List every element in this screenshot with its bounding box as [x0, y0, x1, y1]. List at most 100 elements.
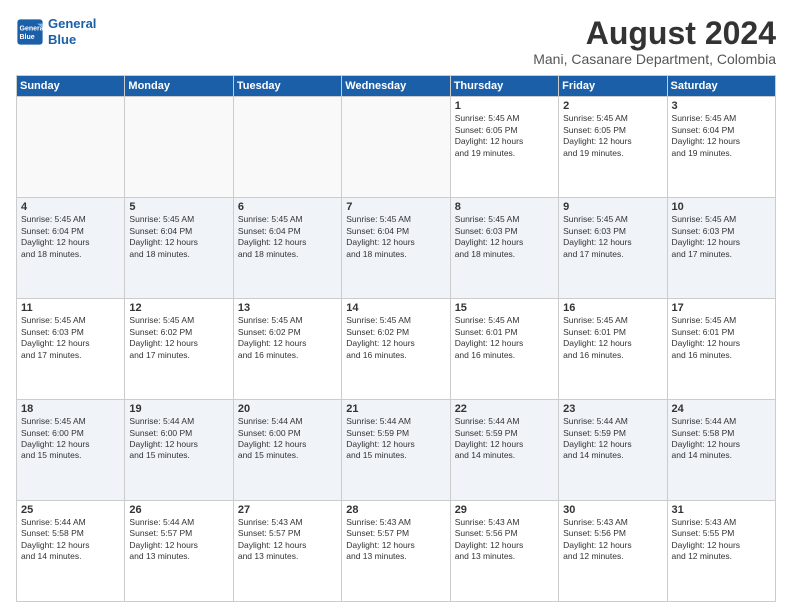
weekday-header: SundayMondayTuesdayWednesdayThursdayFrid… [17, 76, 776, 97]
day-number: 7 [346, 201, 445, 213]
calendar-cell [125, 97, 233, 198]
day-info: Sunrise: 5:43 AM Sunset: 5:57 PM Dayligh… [238, 517, 337, 563]
calendar-cell: 23Sunrise: 5:44 AM Sunset: 5:59 PM Dayli… [559, 400, 667, 501]
day-number: 5 [129, 201, 228, 213]
day-info: Sunrise: 5:44 AM Sunset: 5:59 PM Dayligh… [455, 416, 554, 462]
calendar-cell: 24Sunrise: 5:44 AM Sunset: 5:58 PM Dayli… [667, 400, 775, 501]
day-info: Sunrise: 5:45 AM Sunset: 6:04 PM Dayligh… [238, 214, 337, 260]
calendar-cell: 13Sunrise: 5:45 AM Sunset: 6:02 PM Dayli… [233, 299, 341, 400]
day-number: 27 [238, 504, 337, 516]
day-number: 15 [455, 302, 554, 314]
day-info: Sunrise: 5:45 AM Sunset: 6:02 PM Dayligh… [346, 315, 445, 361]
calendar-week-4: 18Sunrise: 5:45 AM Sunset: 6:00 PM Dayli… [17, 400, 776, 501]
day-number: 18 [21, 403, 120, 415]
calendar-cell: 28Sunrise: 5:43 AM Sunset: 5:57 PM Dayli… [342, 501, 450, 602]
day-number: 24 [672, 403, 771, 415]
calendar-cell: 15Sunrise: 5:45 AM Sunset: 6:01 PM Dayli… [450, 299, 558, 400]
day-info: Sunrise: 5:43 AM Sunset: 5:57 PM Dayligh… [346, 517, 445, 563]
day-info: Sunrise: 5:45 AM Sunset: 6:03 PM Dayligh… [455, 214, 554, 260]
day-info: Sunrise: 5:44 AM Sunset: 6:00 PM Dayligh… [238, 416, 337, 462]
day-info: Sunrise: 5:44 AM Sunset: 6:00 PM Dayligh… [129, 416, 228, 462]
day-number: 14 [346, 302, 445, 314]
day-info: Sunrise: 5:43 AM Sunset: 5:56 PM Dayligh… [455, 517, 554, 563]
weekday-header-thursday: Thursday [450, 76, 558, 97]
day-number: 28 [346, 504, 445, 516]
day-info: Sunrise: 5:45 AM Sunset: 6:04 PM Dayligh… [21, 214, 120, 260]
calendar-cell: 18Sunrise: 5:45 AM Sunset: 6:00 PM Dayli… [17, 400, 125, 501]
day-info: Sunrise: 5:45 AM Sunset: 6:01 PM Dayligh… [455, 315, 554, 361]
day-info: Sunrise: 5:44 AM Sunset: 5:59 PM Dayligh… [563, 416, 662, 462]
day-info: Sunrise: 5:44 AM Sunset: 5:58 PM Dayligh… [21, 517, 120, 563]
day-number: 26 [129, 504, 228, 516]
calendar-cell: 1Sunrise: 5:45 AM Sunset: 6:05 PM Daylig… [450, 97, 558, 198]
weekday-header-sunday: Sunday [17, 76, 125, 97]
calendar-cell: 30Sunrise: 5:43 AM Sunset: 5:56 PM Dayli… [559, 501, 667, 602]
weekday-header-friday: Friday [559, 76, 667, 97]
day-number: 21 [346, 403, 445, 415]
logo: General Blue General Blue [16, 16, 96, 47]
calendar-cell: 20Sunrise: 5:44 AM Sunset: 6:00 PM Dayli… [233, 400, 341, 501]
calendar-cell: 9Sunrise: 5:45 AM Sunset: 6:03 PM Daylig… [559, 198, 667, 299]
title-block: August 2024 Mani, Casanare Department, C… [533, 16, 776, 67]
calendar-cell [17, 97, 125, 198]
day-info: Sunrise: 5:43 AM Sunset: 5:56 PM Dayligh… [563, 517, 662, 563]
calendar-cell: 14Sunrise: 5:45 AM Sunset: 6:02 PM Dayli… [342, 299, 450, 400]
day-number: 3 [672, 100, 771, 112]
day-number: 9 [563, 201, 662, 213]
subtitle: Mani, Casanare Department, Colombia [533, 51, 776, 67]
day-info: Sunrise: 5:45 AM Sunset: 6:03 PM Dayligh… [672, 214, 771, 260]
day-number: 30 [563, 504, 662, 516]
calendar-cell: 2Sunrise: 5:45 AM Sunset: 6:05 PM Daylig… [559, 97, 667, 198]
day-number: 13 [238, 302, 337, 314]
day-number: 4 [21, 201, 120, 213]
day-info: Sunrise: 5:45 AM Sunset: 6:05 PM Dayligh… [563, 113, 662, 159]
calendar-cell: 29Sunrise: 5:43 AM Sunset: 5:56 PM Dayli… [450, 501, 558, 602]
day-info: Sunrise: 5:45 AM Sunset: 6:03 PM Dayligh… [563, 214, 662, 260]
svg-text:Blue: Blue [20, 34, 35, 41]
day-info: Sunrise: 5:45 AM Sunset: 6:03 PM Dayligh… [21, 315, 120, 361]
weekday-header-monday: Monday [125, 76, 233, 97]
day-info: Sunrise: 5:45 AM Sunset: 6:00 PM Dayligh… [21, 416, 120, 462]
day-number: 8 [455, 201, 554, 213]
calendar-week-3: 11Sunrise: 5:45 AM Sunset: 6:03 PM Dayli… [17, 299, 776, 400]
calendar-cell: 7Sunrise: 5:45 AM Sunset: 6:04 PM Daylig… [342, 198, 450, 299]
calendar-cell: 12Sunrise: 5:45 AM Sunset: 6:02 PM Dayli… [125, 299, 233, 400]
day-info: Sunrise: 5:44 AM Sunset: 5:57 PM Dayligh… [129, 517, 228, 563]
logo-text: General Blue [48, 16, 96, 47]
day-info: Sunrise: 5:44 AM Sunset: 5:59 PM Dayligh… [346, 416, 445, 462]
calendar-cell: 21Sunrise: 5:44 AM Sunset: 5:59 PM Dayli… [342, 400, 450, 501]
day-number: 16 [563, 302, 662, 314]
day-number: 23 [563, 403, 662, 415]
day-number: 22 [455, 403, 554, 415]
day-number: 11 [21, 302, 120, 314]
calendar-week-1: 1Sunrise: 5:45 AM Sunset: 6:05 PM Daylig… [17, 97, 776, 198]
calendar-cell: 31Sunrise: 5:43 AM Sunset: 5:55 PM Dayli… [667, 501, 775, 602]
calendar-cell: 3Sunrise: 5:45 AM Sunset: 6:04 PM Daylig… [667, 97, 775, 198]
calendar-cell: 22Sunrise: 5:44 AM Sunset: 5:59 PM Dayli… [450, 400, 558, 501]
day-info: Sunrise: 5:45 AM Sunset: 6:01 PM Dayligh… [563, 315, 662, 361]
day-info: Sunrise: 5:45 AM Sunset: 6:02 PM Dayligh… [129, 315, 228, 361]
calendar-cell: 10Sunrise: 5:45 AM Sunset: 6:03 PM Dayli… [667, 198, 775, 299]
calendar-cell: 25Sunrise: 5:44 AM Sunset: 5:58 PM Dayli… [17, 501, 125, 602]
calendar-cell: 26Sunrise: 5:44 AM Sunset: 5:57 PM Dayli… [125, 501, 233, 602]
day-number: 12 [129, 302, 228, 314]
day-number: 6 [238, 201, 337, 213]
header: General Blue General Blue August 2024 Ma… [16, 16, 776, 67]
calendar-cell: 6Sunrise: 5:45 AM Sunset: 6:04 PM Daylig… [233, 198, 341, 299]
day-info: Sunrise: 5:45 AM Sunset: 6:05 PM Dayligh… [455, 113, 554, 159]
day-number: 17 [672, 302, 771, 314]
calendar-cell: 11Sunrise: 5:45 AM Sunset: 6:03 PM Dayli… [17, 299, 125, 400]
calendar-body: 1Sunrise: 5:45 AM Sunset: 6:05 PM Daylig… [17, 97, 776, 602]
day-info: Sunrise: 5:45 AM Sunset: 6:04 PM Dayligh… [346, 214, 445, 260]
day-info: Sunrise: 5:45 AM Sunset: 6:04 PM Dayligh… [129, 214, 228, 260]
day-info: Sunrise: 5:43 AM Sunset: 5:55 PM Dayligh… [672, 517, 771, 563]
day-number: 10 [672, 201, 771, 213]
day-number: 19 [129, 403, 228, 415]
logo-icon: General Blue [16, 18, 44, 46]
calendar-cell: 16Sunrise: 5:45 AM Sunset: 6:01 PM Dayli… [559, 299, 667, 400]
calendar-cell: 5Sunrise: 5:45 AM Sunset: 6:04 PM Daylig… [125, 198, 233, 299]
weekday-header-wednesday: Wednesday [342, 76, 450, 97]
calendar-cell: 27Sunrise: 5:43 AM Sunset: 5:57 PM Dayli… [233, 501, 341, 602]
day-number: 1 [455, 100, 554, 112]
day-number: 20 [238, 403, 337, 415]
